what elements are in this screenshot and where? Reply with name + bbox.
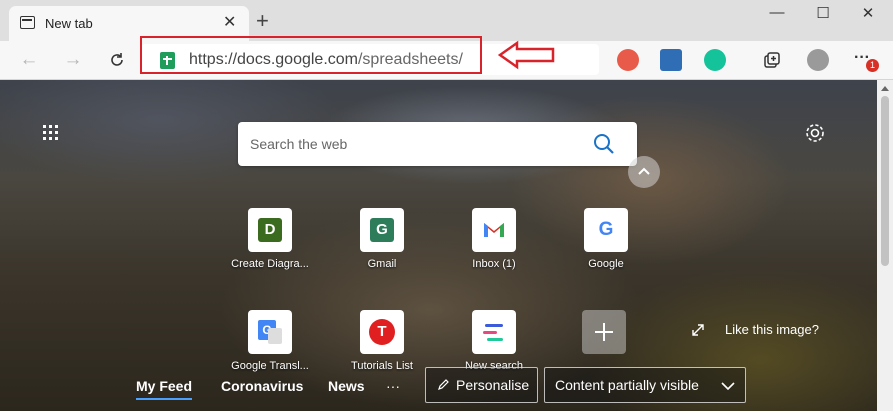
- close-window-button[interactable]: ✕: [845, 4, 891, 28]
- gear-icon[interactable]: [804, 122, 826, 144]
- new-tab-button[interactable]: +: [256, 10, 269, 32]
- new-tab-background: D Create Diagra... G Gmail Inbox (1) G G…: [0, 80, 877, 411]
- chevron-up-icon: [638, 167, 650, 175]
- tile-label: Gmail: [367, 258, 397, 270]
- tile-label: Google Transl...: [231, 360, 309, 372]
- tile-label: Google: [588, 258, 624, 270]
- feed-tab-coronavirus[interactable]: Coronavirus: [221, 378, 303, 394]
- back-button[interactable]: ←: [16, 48, 42, 72]
- search-box: [238, 122, 637, 166]
- minimize-button[interactable]: —: [754, 4, 800, 28]
- search-icon[interactable]: [593, 133, 615, 155]
- scrollbar-thumb[interactable]: [881, 96, 889, 266]
- tile-label: Tutorials List: [351, 360, 413, 372]
- tutorials-icon: T: [360, 310, 404, 354]
- tile-google[interactable]: G Google: [561, 208, 651, 270]
- chevron-down-icon: [721, 382, 735, 391]
- refresh-button[interactable]: [104, 48, 130, 72]
- collapse-button[interactable]: [628, 156, 660, 188]
- add-icon: [582, 310, 626, 354]
- feed-tab-my-feed[interactable]: My Feed: [136, 378, 193, 400]
- feed-tab-news[interactable]: News: [328, 378, 365, 394]
- title-bar: New tab ✕ + — ☐ ✕: [0, 0, 893, 41]
- new-tab-page-icon: [20, 16, 35, 29]
- google-icon: G: [584, 208, 628, 252]
- tile-gmail[interactable]: G Gmail: [337, 208, 427, 270]
- tile-tutorials-list[interactable]: T Tutorials List: [337, 310, 427, 372]
- new-search-icon: [472, 310, 516, 354]
- profile-avatar-icon[interactable]: [807, 49, 829, 71]
- refresh-icon: [111, 53, 123, 66]
- tile-inbox[interactable]: Inbox (1): [449, 208, 539, 270]
- tile-label: Inbox (1): [472, 258, 516, 270]
- forward-button[interactable]: →: [60, 48, 86, 72]
- gmail-icon: [472, 208, 516, 252]
- tile-create-diagram[interactable]: D Create Diagra...: [225, 208, 315, 270]
- tab-new-tab[interactable]: New tab ✕: [9, 6, 249, 41]
- google-translate-icon: G: [248, 310, 292, 354]
- extension-red-icon[interactable]: [617, 49, 639, 71]
- tile-icon-box: G: [360, 208, 404, 252]
- tile-google-translate[interactable]: G Google Transl...: [225, 310, 315, 372]
- content-visibility-dropdown[interactable]: Content partially visible: [544, 367, 746, 403]
- arrow-annotation-icon: [497, 40, 555, 70]
- search-input[interactable]: [250, 134, 580, 154]
- tab-title: New tab: [45, 16, 93, 31]
- scroll-up-icon[interactable]: [881, 86, 889, 91]
- pencil-icon: [438, 379, 449, 390]
- tile-new-search[interactable]: New search: [449, 310, 539, 372]
- google-sheets-icon: [160, 52, 175, 69]
- tile-label: Create Diagra...: [231, 258, 309, 270]
- tab-close-icon[interactable]: ✕: [223, 12, 236, 32]
- grammarly-icon[interactable]: [704, 49, 726, 71]
- maximize-button[interactable]: ☐: [800, 4, 846, 28]
- expand-icon[interactable]: [690, 322, 706, 338]
- collections-icon[interactable]: [762, 50, 782, 70]
- tile-icon-box: D: [248, 208, 292, 252]
- feed-more-button[interactable]: ···: [386, 378, 400, 394]
- apps-grid-icon[interactable]: [43, 125, 61, 143]
- extension-blue-icon[interactable]: [660, 49, 682, 71]
- url-text[interactable]: https://docs.google.com/spreadsheets/: [189, 51, 463, 69]
- toolbar: ← → https://docs.google.com/spreadsheets…: [0, 41, 893, 80]
- personalise-button[interactable]: Personalise: [425, 367, 538, 403]
- notification-badge: 1: [866, 59, 879, 72]
- add-tile-button[interactable]: [559, 310, 649, 354]
- scrollbar[interactable]: [877, 80, 893, 411]
- like-image-link[interactable]: Like this image?: [725, 322, 819, 337]
